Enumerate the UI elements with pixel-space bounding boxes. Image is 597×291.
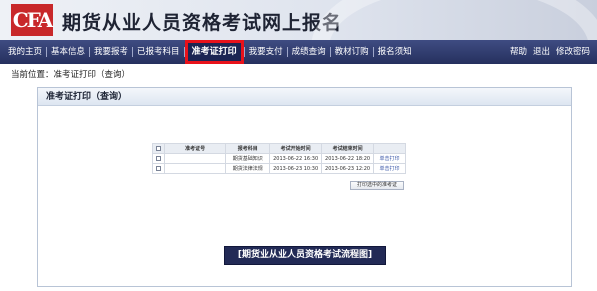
cell-end-time: 2013-06-23 12:20 <box>321 163 375 174</box>
nav-item-apply[interactable]: 我要报考 <box>90 40 132 64</box>
table-row: 期货基础知识 2013-06-22 16:30 2013-06-22 18:20… <box>152 153 406 164</box>
nav-right: 帮助 退出 修改密码 <box>507 40 593 64</box>
panel-title: 准考证打印（查询） <box>38 88 571 106</box>
nav-item-basic-info[interactable]: 基本信息 <box>47 40 89 64</box>
cell-start-time: 2013-06-23 10:30 <box>269 163 323 174</box>
col-admission-no: 准考证号 <box>163 143 227 154</box>
logo: CFA <box>11 4 53 36</box>
cell-admission-no <box>163 163 227 174</box>
nav-item-applied-subjects[interactable]: 已报考科目 <box>133 40 184 64</box>
help-link[interactable]: 帮助 <box>507 40 530 64</box>
nav-item-textbook-order[interactable]: 教材订购 <box>331 40 373 64</box>
select-all-cell <box>152 143 165 154</box>
select-all-checkbox[interactable] <box>155 145 161 151</box>
logout-link[interactable]: 退出 <box>530 40 553 64</box>
cell-admission-no <box>163 153 227 164</box>
row-checkbox[interactable] <box>155 165 161 171</box>
print-link[interactable]: 单击打印 <box>380 156 400 162</box>
breadcrumb: 当前位置：准考证打印（查询） <box>11 70 131 80</box>
print-selected-button[interactable]: 打印选中的准考证 <box>350 181 404 190</box>
nav-item-payment[interactable]: 我要支付 <box>245 40 287 64</box>
cell-subject: 期货法律法规 <box>225 163 271 174</box>
main-nav: 我的主页 基本信息 我要报考 已报考科目 准考证打印 我要支付 成绩查询 教材订… <box>0 40 597 64</box>
site-title: 期货从业人员资格考试网上报名 <box>62 12 343 34</box>
nav-item-admission-print[interactable]: 准考证打印 <box>184 40 244 64</box>
cell-action: 单击打印 <box>373 163 406 174</box>
table-header-row: 准考证号 报考科目 考试开始时间 考试结束时间 <box>152 143 406 154</box>
nav-item-notice[interactable]: 报名须知 <box>374 40 416 64</box>
nav-left: 我的主页 基本信息 我要报考 已报考科目 准考证打印 我要支付 成绩查询 教材订… <box>4 40 416 64</box>
col-end-time: 考试结束时间 <box>321 143 375 154</box>
cell-end-time: 2013-06-22 18:20 <box>321 153 375 164</box>
cell-action: 单击打印 <box>373 153 406 164</box>
nav-item-home[interactable]: 我的主页 <box>4 40 46 64</box>
admission-table: 准考证号 报考科目 考试开始时间 考试结束时间 期货基础知识 2013-06-2… <box>152 143 406 174</box>
col-action <box>373 143 406 154</box>
print-link[interactable]: 单击打印 <box>380 166 400 172</box>
col-subject: 报考科目 <box>225 143 271 154</box>
nav-item-score-query[interactable]: 成绩查询 <box>288 40 330 64</box>
row-checkbox[interactable] <box>155 155 161 161</box>
exam-flowchart-button[interactable]: [期货业从业人员资格考试流程图] <box>224 246 386 265</box>
col-start-time: 考试开始时间 <box>269 143 323 154</box>
cell-start-time: 2013-06-22 16:30 <box>269 153 323 164</box>
row-select-cell <box>152 163 165 174</box>
change-password-link[interactable]: 修改密码 <box>553 40 593 64</box>
page: CFA 期货从业人员资格考试网上报名 我的主页 基本信息 我要报考 已报考科目 … <box>0 0 597 291</box>
cell-subject: 期货基础知识 <box>225 153 271 164</box>
row-select-cell <box>152 153 165 164</box>
table-row: 期货法律法规 2013-06-23 10:30 2013-06-23 12:20… <box>152 163 406 174</box>
site-header: CFA 期货从业人员资格考试网上报名 <box>0 0 597 40</box>
